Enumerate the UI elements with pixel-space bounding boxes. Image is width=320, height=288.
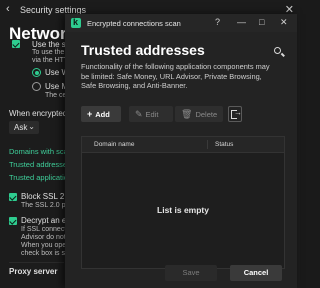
edit-button-label: Edit	[145, 109, 159, 119]
cancel-button[interactable]: Cancel	[230, 265, 282, 281]
empty-list-message: List is empty	[157, 205, 209, 215]
block-ssl-checkbox[interactable]	[9, 193, 17, 201]
table-header: Domain name Status	[82, 137, 284, 153]
pencil-icon: ✎	[135, 108, 143, 119]
plus-icon: +	[87, 109, 93, 119]
radio-use-mc[interactable]	[32, 82, 41, 91]
ask-dropdown-value: Ask	[14, 123, 28, 132]
edit-button[interactable]: ✎ Edit	[129, 106, 173, 122]
column-separator	[207, 140, 208, 149]
add-button[interactable]: + Add	[81, 106, 121, 122]
chevron-down-icon: ⌄	[28, 122, 35, 131]
use-setting-checkbox[interactable]	[12, 40, 20, 48]
delete-button-label: Delete	[195, 109, 218, 119]
decrypt-checkbox[interactable]	[9, 217, 17, 225]
ask-dropdown[interactable]: Ask ⌄	[9, 121, 39, 134]
help-icon[interactable]: ?	[215, 17, 220, 27]
trusted-addresses-dialog: Encrypted connections scan ? — □ ✕ Trust…	[65, 14, 297, 288]
divider	[9, 262, 64, 263]
link-trusted-applications[interactable]: Trusted application	[9, 173, 72, 182]
minimize-icon[interactable]: —	[237, 17, 246, 27]
link-trusted-addresses[interactable]: Trusted addresses	[9, 160, 71, 169]
delete-button[interactable]: 🗑 Delete	[175, 106, 223, 122]
kaspersky-logo-icon	[71, 17, 81, 28]
link-domains-with-scan[interactable]: Domains with scan	[9, 147, 72, 156]
close-icon[interactable]: ✕	[280, 17, 288, 28]
back-arrow-icon[interactable]: ‹	[6, 3, 10, 15]
maximize-icon[interactable]: □	[259, 17, 264, 27]
dialog-heading: Trusted addresses	[81, 42, 205, 58]
proxy-server-heading[interactable]: Proxy server	[9, 267, 57, 276]
search-icon[interactable]	[274, 47, 284, 57]
dialog-titlebar: Encrypted connections scan ? — □ ✕	[65, 14, 297, 32]
trash-icon: 🗑	[181, 108, 193, 119]
dialog-window-title: Encrypted connections scan	[87, 19, 181, 28]
export-icon[interactable]	[228, 106, 242, 122]
add-button-label: Add	[95, 109, 110, 119]
dialog-description: Functionality of the following applicati…	[81, 62, 270, 90]
save-button[interactable]: Save	[165, 265, 217, 281]
column-domain-name[interactable]: Domain name	[94, 141, 134, 148]
column-status[interactable]: Status	[215, 141, 233, 148]
radio-use-wi[interactable]	[32, 68, 41, 77]
trusted-addresses-table: Domain name Status List is empty	[81, 136, 285, 269]
